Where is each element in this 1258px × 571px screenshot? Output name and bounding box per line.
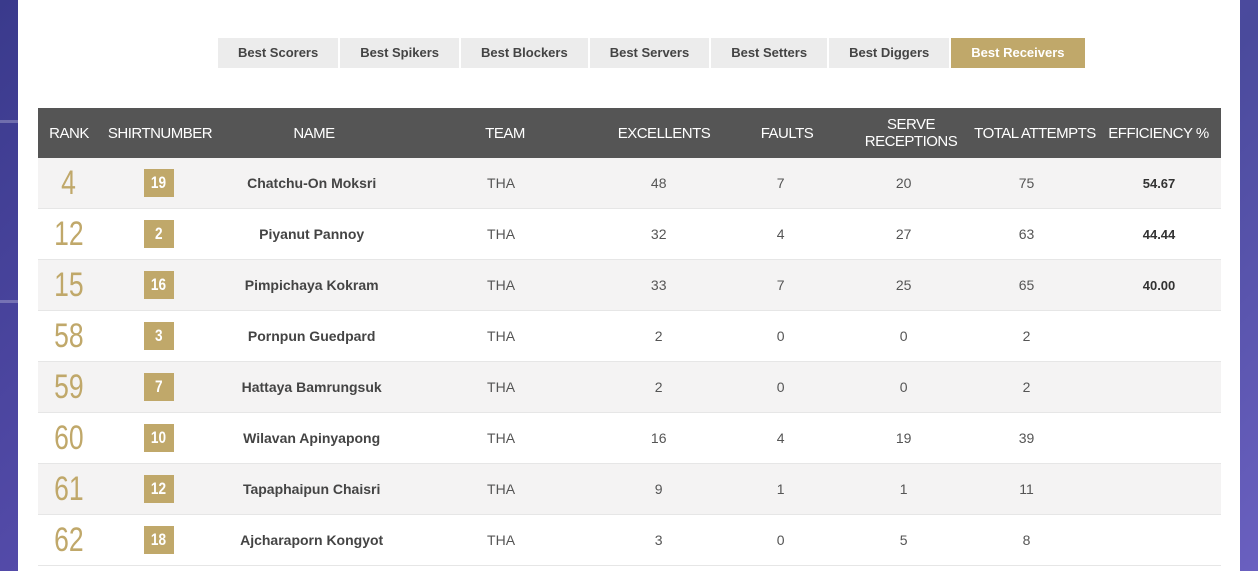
efficiency-value: 44.44 [1142,226,1176,242]
total-attempts-value: 63 [1018,226,1035,242]
player-name[interactable]: Chatchu-On Moksri [218,175,404,191]
efficiency-value: 54.67 [1142,175,1176,191]
category-tabs: Best Scorers Best Spikers Best Blockers … [218,38,1087,68]
rank-value: 61 [53,470,84,508]
excellents-value: 2 [654,379,663,395]
player-name[interactable]: Piyanut Pannoy [218,226,404,242]
table-row[interactable]: 12 2 Piyanut Pannoy THA 32 4 27 63 44.44 [38,209,1221,260]
rank-value: 58 [53,317,84,355]
serve-receptions-value: 27 [895,226,912,242]
header-efficiency[interactable]: EFFICIENCY % [1096,125,1221,142]
excellents-value: 33 [650,277,667,293]
faults-value: 4 [776,226,785,242]
rank-value: 60 [53,419,84,457]
tab-best-blockers[interactable]: Best Blockers [460,38,588,68]
table-row[interactable]: 60 10 Wilavan Apinyapong THA 16 4 19 39 [38,413,1221,464]
faults-value: 0 [776,532,785,548]
stats-panel: Best Scorers Best Spikers Best Blockers … [18,0,1240,571]
excellents-value: 9 [654,481,663,497]
rank-value: 62 [53,521,84,559]
excellents-value: 2 [654,328,663,344]
total-attempts-value: 2 [1022,328,1031,344]
team-code: THA [487,175,516,191]
tab-best-scorers[interactable]: Best Scorers [218,38,339,68]
serve-receptions-value: 0 [899,379,908,395]
rank-value: 59 [53,368,84,406]
faults-value: 7 [776,175,785,191]
shirt-number-badge: 16 [143,271,174,299]
shirt-number-badge: 12 [143,475,174,503]
header-team[interactable]: TEAM [408,125,602,142]
total-attempts-value: 39 [1018,430,1035,446]
header-shirtnumber[interactable]: SHIRTNUMBER [100,125,220,142]
header-faults[interactable]: FAULTS [726,125,848,142]
team-code: THA [487,277,516,293]
tab-best-diggers[interactable]: Best Diggers [829,38,950,68]
header-rank[interactable]: RANK [38,125,100,142]
shirt-number-badge: 19 [143,169,174,197]
table-row[interactable]: 62 18 Ajcharaporn Kongyot THA 3 0 5 8 [38,515,1221,566]
total-attempts-value: 11 [1019,481,1034,497]
header-name[interactable]: NAME [220,125,408,142]
shirt-number-badge: 7 [143,373,174,401]
shirt-number-badge: 2 [143,220,174,248]
team-code: THA [487,226,516,242]
tab-best-servers[interactable]: Best Servers [589,38,710,68]
total-attempts-value: 2 [1022,379,1031,395]
faults-value: 4 [776,430,785,446]
rank-value: 12 [53,215,84,253]
tab-best-spikers[interactable]: Best Spikers [340,38,459,68]
faults-value: 0 [776,328,785,344]
table-header: RANK SHIRTNUMBER NAME TEAM EXCELLENTS FA… [38,108,1221,158]
table-row[interactable]: 59 7 Hattaya Bamrungsuk THA 2 0 0 2 [38,362,1221,413]
player-name[interactable]: Tapaphaipun Chaisri [218,481,404,497]
serve-receptions-value: 19 [895,430,912,446]
team-code: THA [487,328,516,344]
receivers-table: RANK SHIRTNUMBER NAME TEAM EXCELLENTS FA… [38,108,1221,566]
header-excellents[interactable]: EXCELLENTS [602,125,726,142]
header-serve-receptions[interactable]: SERVE RECEPTIONS [848,116,974,150]
header-total-attempts[interactable]: TOTAL ATTEMPTS [974,125,1096,142]
team-code: THA [487,379,516,395]
team-code: THA [487,481,516,497]
total-attempts-value: 8 [1022,532,1031,548]
player-name[interactable]: Pimpichaya Kokram [218,277,404,293]
serve-receptions-value: 25 [895,277,912,293]
player-name[interactable]: Wilavan Apinyapong [218,430,404,446]
background-decoration [0,300,18,303]
player-name[interactable]: Pornpun Guedpard [218,328,404,344]
efficiency-value: 40.00 [1142,277,1176,293]
total-attempts-value: 75 [1018,175,1035,191]
rank-value: 4 [61,164,77,202]
excellents-value: 48 [650,175,667,191]
table-body: 4 19 Chatchu-On Moksri THA 48 7 20 75 54… [38,158,1221,566]
shirt-number-badge: 10 [143,424,174,452]
serve-receptions-value: 5 [899,532,908,548]
serve-receptions-value: 20 [895,175,912,191]
serve-receptions-value: 0 [899,328,908,344]
table-row[interactable]: 58 3 Pornpun Guedpard THA 2 0 0 2 [38,311,1221,362]
faults-value: 0 [776,379,785,395]
rank-value: 15 [53,266,84,304]
player-name[interactable]: Ajcharaporn Kongyot [218,532,404,548]
tab-best-receivers[interactable]: Best Receivers [951,38,1085,68]
faults-value: 1 [776,481,785,497]
shirt-number-badge: 3 [143,322,174,350]
team-code: THA [487,532,516,548]
background-decoration [0,120,18,123]
serve-receptions-value: 1 [899,481,908,497]
excellents-value: 32 [650,226,667,242]
shirt-number-badge: 18 [143,526,174,554]
table-row[interactable]: 15 16 Pimpichaya Kokram THA 33 7 25 65 4… [38,260,1221,311]
excellents-value: 16 [650,430,667,446]
table-row[interactable]: 61 12 Tapaphaipun Chaisri THA 9 1 1 11 [38,464,1221,515]
player-name[interactable]: Hattaya Bamrungsuk [218,379,404,395]
total-attempts-value: 65 [1018,277,1035,293]
tab-best-setters[interactable]: Best Setters [711,38,828,68]
team-code: THA [487,430,516,446]
excellents-value: 3 [654,532,663,548]
table-row[interactable]: 4 19 Chatchu-On Moksri THA 48 7 20 75 54… [38,158,1221,209]
faults-value: 7 [776,277,785,293]
